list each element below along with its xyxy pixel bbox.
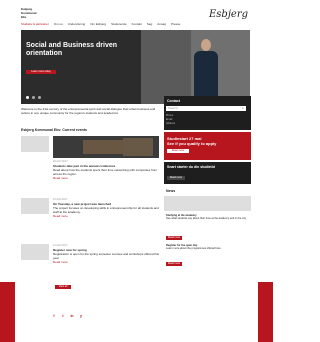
nav-item-studieliv[interactable]: Studieliv & aktiviteter bbox=[21, 22, 49, 27]
hero-person-head bbox=[201, 39, 211, 51]
nav-item-undervisning[interactable]: Undervisning bbox=[68, 22, 86, 27]
promo-dark-box: Snart starter du din studietid Read more bbox=[164, 162, 251, 184]
news-heading: Esbjerg Kommunal Eks: Current events bbox=[21, 128, 87, 132]
carousel-dot[interactable] bbox=[38, 96, 41, 99]
nav-item-studerende[interactable]: Studerende bbox=[111, 22, 127, 27]
hero-carousel-dots bbox=[26, 96, 41, 99]
news-text: The project focuses on developing skills… bbox=[53, 206, 159, 214]
linkedin-icon[interactable]: in bbox=[69, 313, 75, 319]
footer-triangle-decoration bbox=[15, 260, 258, 300]
twitter-icon[interactable]: t bbox=[60, 313, 66, 319]
contact-item[interactable]: Address bbox=[166, 122, 175, 125]
news-item: 12 April 2017 Register now for spring Re… bbox=[53, 244, 159, 264]
intro-text: Welcome to the 21st century of the entre… bbox=[21, 107, 156, 115]
hero-cta-button[interactable]: Learn more today bbox=[26, 70, 56, 74]
nav-item-om-os[interactable]: Om os bbox=[54, 22, 63, 27]
promo-red-title: Studiestart 27 mai See if you qualify to… bbox=[167, 136, 217, 146]
footer-links: Privacy policy Cookies Contact us bbox=[158, 316, 206, 319]
contact-item[interactable]: Email bbox=[166, 118, 172, 121]
promo-dark-button[interactable]: Read more bbox=[167, 176, 185, 180]
sidebar-news-button[interactable]: Read more bbox=[166, 236, 182, 240]
news-text: Read about how the students spent their … bbox=[53, 168, 158, 176]
carousel-dot[interactable] bbox=[26, 96, 29, 99]
sidebar-news-item: Studying at the academy See what student… bbox=[166, 214, 251, 221]
news-more-link[interactable]: Read more bbox=[53, 260, 159, 264]
news-text: Registration is open for the spring seme… bbox=[53, 252, 159, 260]
hero-title: Social and Business driven orientation bbox=[26, 42, 118, 57]
sidebar-news-text: See what students say about their time a… bbox=[166, 217, 247, 221]
search-field[interactable]: Search ⌕ bbox=[166, 106, 246, 111]
promo-red-button[interactable]: Read more bbox=[167, 149, 189, 153]
main-nav: Studieliv & aktiviteter Om os Undervisni… bbox=[21, 22, 180, 27]
nav-item-presse[interactable]: Presse bbox=[171, 22, 180, 27]
page: Esbjerg Kommunal Eks Esbjerg Studieliv &… bbox=[0, 0, 273, 342]
youtube-icon[interactable]: y bbox=[78, 313, 84, 319]
hero-banner: Social and Business driven orientation L… bbox=[21, 30, 250, 104]
nav-item-om-esbjerg[interactable]: Om Esbjerg bbox=[90, 22, 106, 27]
facebook-icon[interactable]: f bbox=[51, 313, 57, 319]
news-item: 26 April 2017 Students take part in the … bbox=[53, 160, 159, 180]
news-more-link[interactable]: Read more bbox=[53, 214, 159, 218]
promo-dark-title: Snart starter du din studietid bbox=[167, 165, 215, 169]
footer-link[interactable]: Cookies bbox=[179, 316, 188, 319]
contact-item[interactable]: Phone bbox=[166, 114, 173, 117]
sidebar-news-heading: News bbox=[166, 189, 176, 193]
sidebar-news-button[interactable]: Read more bbox=[166, 262, 182, 266]
sidebar-news-image[interactable] bbox=[164, 196, 251, 211]
search-placeholder: Search bbox=[168, 106, 178, 110]
sidebar-news-item: Register for the open day Learn more abo… bbox=[166, 244, 251, 251]
footer-link[interactable]: Privacy policy bbox=[158, 316, 173, 319]
footer-link[interactable]: Contact us bbox=[194, 316, 206, 319]
news-thumbnail[interactable] bbox=[21, 136, 49, 152]
news-image[interactable] bbox=[53, 136, 159, 158]
nav-item-sog[interactable]: Søg bbox=[147, 22, 153, 27]
logo-script[interactable]: Esbjerg bbox=[209, 9, 248, 20]
news-thumbnail[interactable] bbox=[21, 244, 49, 260]
contact-heading: Contact bbox=[167, 99, 181, 103]
news-more-link[interactable]: Read more bbox=[53, 176, 159, 180]
nav-item-ansog[interactable]: Ansøg bbox=[157, 22, 166, 27]
promo-red-box: Studiestart 27 mai See if you qualify to… bbox=[164, 132, 251, 160]
social-links: f t in y bbox=[51, 313, 84, 319]
search-icon[interactable]: ⌕ bbox=[240, 106, 246, 111]
news-thumbnail[interactable] bbox=[21, 198, 49, 214]
view-all-news-button[interactable]: View all bbox=[55, 285, 71, 289]
news-item: 19 April 2017 On Tuesday, a new project … bbox=[53, 198, 159, 218]
contact-box: Contact Search ⌕ Phone Email Address bbox=[164, 96, 251, 130]
logo-text[interactable]: Esbjerg Kommunal Eks bbox=[21, 7, 37, 19]
sidebar-news-text: Learn more about the programmes offered … bbox=[166, 247, 222, 251]
carousel-dot[interactable] bbox=[32, 96, 35, 99]
nav-item-kontakt[interactable]: Kontakt bbox=[132, 22, 142, 27]
